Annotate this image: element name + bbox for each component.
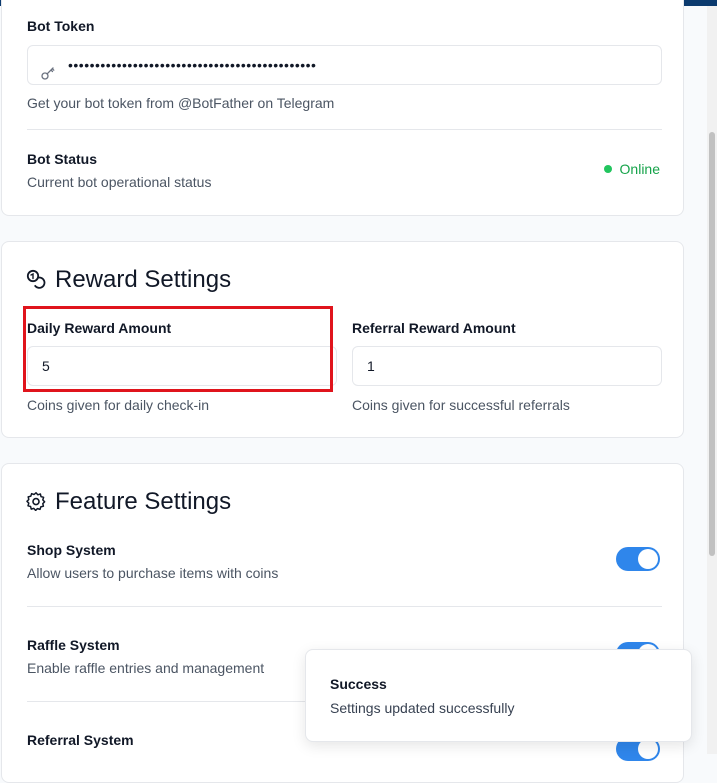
reward-settings-title: Reward Settings xyxy=(55,266,232,293)
feature-hint-shop: Allow users to purchase items with coins xyxy=(27,565,279,581)
shop-system-toggle[interactable] xyxy=(616,547,660,571)
feature-label-shop: Shop System xyxy=(27,542,116,558)
bot-status-label: Bot Status xyxy=(27,151,97,167)
bot-settings-card: Bot Token ••••••••••••••••••••••••••••••… xyxy=(1,0,684,216)
referral-reward-input[interactable]: 1 xyxy=(352,346,662,386)
feature-settings-title: Feature Settings xyxy=(55,488,232,515)
toggle-knob xyxy=(638,739,658,759)
bot-status-hint: Current bot operational status xyxy=(27,174,212,190)
bot-status-value: Online xyxy=(619,161,660,177)
toast-message: Settings updated successfully xyxy=(330,700,515,716)
coins-icon xyxy=(26,269,46,294)
key-icon xyxy=(40,57,56,95)
scrollbar-thumb[interactable] xyxy=(709,132,715,556)
feature-label-referral: Referral System xyxy=(27,732,134,748)
bot-token-hint: Get your bot token from @BotFather on Te… xyxy=(27,95,335,111)
feature-hint-raffle: Enable raffle entries and management xyxy=(27,660,265,676)
bot-token-input[interactable]: ••••••••••••••••••••••••••••••••••••••••… xyxy=(27,45,662,85)
bot-status-indicator: Online xyxy=(603,161,660,177)
bot-token-value: ••••••••••••••••••••••••••••••••••••••••… xyxy=(68,57,317,73)
referral-reward-hint: Coins given for successful referrals xyxy=(352,397,570,413)
bot-token-label: Bot Token xyxy=(27,18,95,34)
toggle-knob xyxy=(638,549,658,569)
success-toast[interactable]: Success Settings updated successfully xyxy=(305,649,692,742)
scrollbar[interactable] xyxy=(707,6,717,754)
highlight-box xyxy=(23,306,333,392)
status-dot-icon xyxy=(603,165,612,173)
daily-reward-hint: Coins given for daily check-in xyxy=(27,397,210,413)
divider xyxy=(27,606,662,607)
toast-title: Success xyxy=(330,676,387,692)
referral-reward-label: Referral Reward Amount xyxy=(352,320,516,336)
divider xyxy=(27,129,662,130)
feature-label-raffle: Raffle System xyxy=(27,637,120,653)
gear-icon xyxy=(26,491,46,516)
